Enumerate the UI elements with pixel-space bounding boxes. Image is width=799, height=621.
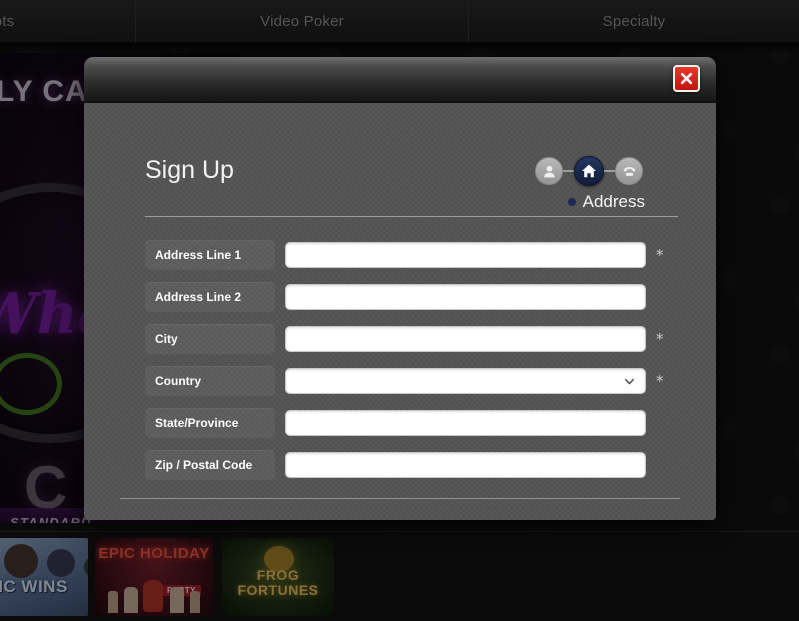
footer-divider: [120, 498, 680, 499]
step-dot-icon: [567, 198, 576, 206]
form-row: Address Line 2: [84, 276, 716, 318]
zip-postal-code-input[interactable]: [285, 452, 646, 478]
person-icon: [543, 165, 555, 177]
header-divider: [145, 216, 678, 217]
dialog-titlebar: [84, 57, 716, 103]
label-address-line-1: Address Line 1: [145, 240, 275, 270]
step-indicator: [535, 156, 643, 186]
step-contact[interactable]: [615, 157, 643, 185]
signup-dialog: Sign Up Address Address Line 1 * Address…: [84, 57, 716, 520]
label-state-province: State/Province: [145, 408, 275, 438]
required-marker: *: [656, 329, 664, 348]
country-select[interactable]: [285, 368, 646, 394]
required-marker: *: [656, 371, 664, 390]
address-line-2-input[interactable]: [285, 284, 646, 310]
close-button[interactable]: [673, 65, 700, 92]
current-step-label: Address: [567, 192, 645, 212]
page-root: Slots Video Poker Specialty AILY CA Wha …: [0, 0, 799, 621]
required-marker: *: [656, 245, 664, 264]
chevron-down-icon: [624, 378, 635, 384]
form-row: Address Line 1 *: [84, 234, 716, 276]
signup-form: Address Line 1 * Address Line 2 City * C…: [84, 234, 716, 486]
form-row: City *: [84, 318, 716, 360]
form-row: State/Province: [84, 402, 716, 444]
label-country: Country: [145, 366, 275, 396]
step-account[interactable]: [535, 157, 563, 185]
step-address[interactable]: [574, 156, 604, 186]
form-row: Zip / Postal Code: [84, 444, 716, 486]
dialog-body: Sign Up Address Address Line 1 * Address…: [84, 103, 716, 520]
step-connector: [563, 170, 574, 172]
label-zip-postal-code: Zip / Postal Code: [145, 450, 275, 480]
label-address-line-2: Address Line 2: [145, 282, 275, 312]
step-label-text: Address: [582, 192, 645, 211]
phone-icon: [623, 166, 635, 176]
city-input[interactable]: [285, 326, 646, 352]
form-row: Country *: [84, 360, 716, 402]
page-title: Sign Up: [145, 156, 234, 184]
close-icon: [680, 72, 693, 85]
step-connector: [604, 170, 615, 172]
label-city: City: [145, 324, 275, 354]
home-icon: [582, 164, 596, 178]
address-line-1-input[interactable]: [285, 242, 646, 268]
state-province-input[interactable]: [285, 410, 646, 436]
